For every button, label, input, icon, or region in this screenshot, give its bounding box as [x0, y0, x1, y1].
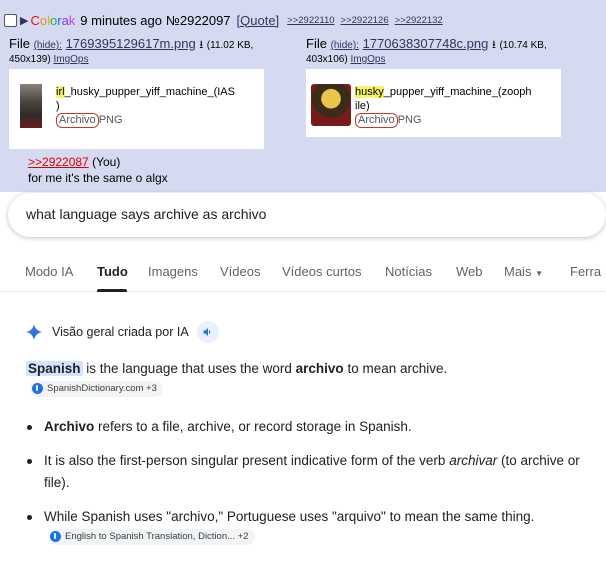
tab-videos[interactable]: Vídeos: [220, 264, 260, 279]
backlink[interactable]: >>2922132: [395, 15, 443, 26]
thumbnail-caption: husky_pupper_yiff_machine_(zooph ile) Ar…: [355, 86, 532, 128]
imgops-link[interactable]: ImgOps: [53, 54, 88, 65]
file-name-link[interactable]: 1769395129617m.png: [66, 36, 196, 51]
caret-down-icon: ▼: [535, 269, 543, 278]
tab-noticias[interactable]: Notícias: [385, 264, 432, 279]
hide-link[interactable]: (hide):: [34, 40, 62, 51]
list-item: Archivo refers to a file, archive, or re…: [26, 416, 586, 438]
imageboard-post: ▶ Colorak 9 minutes ago №2922097 [Quote]…: [0, 0, 606, 192]
ai-sparkle-icon: [25, 323, 43, 341]
quote-reference-link[interactable]: >>2922087: [28, 155, 89, 169]
archivo-label: Archivo: [56, 113, 99, 128]
file-info-2: File (hide): 1770638307748c.png ⭳ (10.74…: [306, 36, 547, 65]
backlink[interactable]: >>2922110: [287, 15, 334, 26]
quote-link[interactable]: [Quote]: [237, 13, 280, 28]
post-number[interactable]: №2922097: [166, 13, 231, 28]
tab-ferramentas[interactable]: Ferra: [570, 264, 601, 279]
post-time: 9 minutes ago: [80, 12, 162, 28]
file-preview-icon: [311, 84, 351, 126]
ai-overview-header: Visão geral criada por IA: [25, 321, 219, 343]
file-info-1: File (hide): 1769395129617m.png ⭳ (11.02…: [9, 36, 254, 65]
thumbnail-2[interactable]: husky_pupper_yiff_machine_(zooph ile) Ar…: [306, 69, 561, 137]
search-box[interactable]: what language says archive as archivo: [8, 193, 606, 237]
source-chip[interactable]: SpanishDictionary.com +3: [30, 380, 163, 397]
file-preview-icon: [20, 84, 42, 128]
you-marker: (You): [92, 155, 121, 169]
poster-name: Colorak: [30, 12, 76, 28]
link-icon: [50, 531, 61, 542]
download-icon[interactable]: ⭳: [199, 39, 203, 51]
tab-modo-ia[interactable]: Modo IA: [25, 264, 73, 279]
tab-web[interactable]: Web: [456, 264, 483, 279]
post-quote-line: >>2922087 (You): [28, 155, 120, 169]
tab-mais[interactable]: Mais ▼: [504, 264, 543, 279]
tab-videos-curtos[interactable]: Vídeos curtos: [282, 264, 362, 279]
imgops-link[interactable]: ImgOps: [350, 54, 385, 65]
post-menu-triangle-icon[interactable]: ▶: [20, 14, 28, 27]
ai-answer-bullets: Archivo refers to a file, archive, or re…: [26, 416, 586, 562]
link-icon: [32, 383, 43, 394]
search-tabs: Modo IA Tudo Imagens Vídeos Vídeos curto…: [0, 252, 606, 292]
source-chip[interactable]: English to Spanish Translation, Diction.…: [48, 528, 255, 545]
file-name-link[interactable]: 1770638307748c.png: [363, 36, 489, 51]
hide-link[interactable]: (hide):: [331, 40, 359, 51]
ai-overview-title: Visão geral criada por IA: [52, 325, 189, 339]
list-item: It is also the first-person singular pre…: [26, 450, 586, 494]
highlighted-answer: Spanish: [26, 361, 83, 376]
post-checkbox[interactable]: [4, 13, 17, 27]
active-tab-indicator: [97, 289, 127, 292]
ai-answer-intro: Spanish is the language that uses the wo…: [26, 358, 586, 402]
backlink[interactable]: >>2922126: [341, 15, 389, 26]
tab-tudo[interactable]: Tudo: [97, 264, 128, 279]
archivo-label: Archivo: [355, 113, 398, 128]
post-body: for me it's the same o algx: [28, 171, 168, 185]
post-header: ▶ Colorak 9 minutes ago №2922097 [Quote]…: [4, 11, 449, 29]
download-icon[interactable]: ⭳: [492, 39, 496, 51]
thumbnail-1[interactable]: irl_husky_pupper_yiff_machine_(IAS ) Arc…: [9, 69, 264, 149]
thumbnail-caption: irl_husky_pupper_yiff_machine_(IAS ) Arc…: [56, 86, 235, 128]
speaker-icon[interactable]: [196, 321, 219, 343]
list-item: While Spanish uses "archivo," Portuguese…: [26, 506, 586, 550]
search-input[interactable]: what language says archive as archivo: [26, 206, 266, 222]
tab-imagens[interactable]: Imagens: [148, 264, 198, 279]
